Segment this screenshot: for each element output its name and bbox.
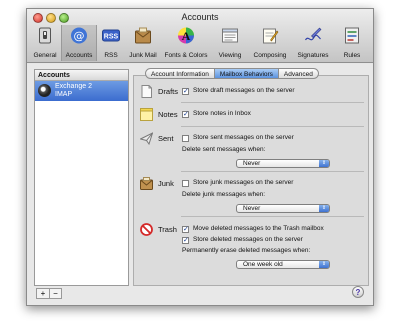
junk-mail-icon (135, 27, 151, 44)
store-notes-checkbox[interactable]: ✓ (182, 111, 189, 118)
toolbar-junk-mail[interactable]: Junk Mail (125, 25, 161, 61)
delete-sent-label: Delete sent messages when: (182, 146, 266, 153)
store-deleted-label: Store deleted messages on the server (193, 236, 303, 243)
mailbox-behaviors-panel: Drafts ✓ Store draft messages on the ser… (133, 75, 369, 286)
store-junk-checkbox[interactable] (182, 180, 189, 187)
svg-text:A: A (182, 29, 191, 43)
account-name: Exchange 2 (55, 83, 92, 90)
svg-text:@: @ (74, 29, 85, 42)
accounts-list-header: Accounts (35, 70, 128, 81)
erase-deleted-value: One week old (243, 261, 283, 268)
accounts-list: Accounts Exchange 2 IMAP (34, 69, 129, 286)
toolbar: General @ Accounts RSS RSS Junk Mail A F… (29, 25, 371, 61)
general-switch-icon (39, 27, 51, 44)
fonts-colors-icon: A (178, 27, 194, 44)
erase-deleted-label: Permanently erase deleted messages when: (182, 247, 311, 254)
svg-text:RSS: RSS (104, 34, 119, 41)
signatures-icon (304, 27, 322, 41)
toolbar-accounts[interactable]: @ Accounts (61, 25, 97, 61)
drafts-title: Drafts (158, 87, 179, 96)
store-sent-label: Store sent messages on the server (193, 134, 294, 141)
store-drafts-label: Store draft messages on the server (193, 87, 295, 94)
notes-title: Notes (158, 110, 178, 119)
tab-account-information[interactable]: Account Information (145, 68, 215, 79)
divider (181, 126, 364, 127)
add-account-button[interactable]: + (37, 289, 49, 299)
title-bar: Accounts General @ Accounts RSS RSS Junk… (27, 9, 373, 63)
move-to-trash-checkbox[interactable]: ✓ (182, 226, 189, 233)
delete-junk-label: Delete junk messages when: (182, 191, 266, 198)
store-sent-checkbox[interactable] (182, 135, 189, 142)
delete-sent-popup[interactable]: Never ⇕ (236, 159, 330, 168)
tab-mailbox-behaviors[interactable]: Mailbox Behaviors (214, 68, 279, 79)
rss-icon: RSS (102, 29, 120, 42)
drafts-icon (141, 85, 152, 98)
toolbar-signatures[interactable]: Signatures (291, 25, 335, 61)
move-to-trash-label: Move deleted messages to the Trash mailb… (193, 225, 324, 232)
window-title: Accounts (181, 12, 219, 22)
junk-mailbox-icon (140, 177, 153, 190)
account-row[interactable]: Exchange 2 IMAP (35, 81, 128, 101)
exchange-account-icon (38, 84, 51, 97)
notes-icon (140, 108, 153, 121)
junk-title: Junk (158, 179, 174, 188)
trash-prohibited-icon (140, 223, 153, 236)
store-deleted-checkbox[interactable]: ✓ (182, 237, 189, 244)
delete-junk-value: Never (243, 205, 261, 212)
divider (181, 102, 364, 103)
delete-sent-value: Never (243, 160, 261, 167)
toolbar-general[interactable]: General (29, 25, 61, 61)
toolbar-composing[interactable]: Composing (249, 25, 291, 61)
add-remove-control: + − (36, 288, 62, 299)
erase-deleted-popup[interactable]: One week old ⇕ (236, 260, 330, 269)
rules-icon (345, 27, 359, 44)
at-sign-icon: @ (71, 27, 87, 44)
sent-paper-plane-icon (140, 132, 153, 145)
sent-title: Sent (158, 134, 174, 143)
trash-title: Trash (158, 225, 177, 234)
store-drafts-checkbox[interactable]: ✓ (182, 88, 189, 95)
popup-arrows-icon: ⇕ (319, 160, 329, 167)
store-junk-label: Store junk messages on the server (193, 179, 294, 186)
viewing-icon (222, 28, 238, 43)
help-button[interactable]: ? (352, 286, 364, 298)
store-notes-label: Store notes in Inbox (193, 110, 251, 117)
remove-account-button[interactable]: − (49, 289, 61, 299)
toolbar-fonts-colors[interactable]: A Fonts & Colors (161, 25, 211, 61)
popup-arrows-icon: ⇕ (319, 205, 329, 212)
delete-junk-popup[interactable]: Never ⇕ (236, 204, 330, 213)
toolbar-viewing[interactable]: Viewing (211, 25, 249, 61)
toolbar-rss[interactable]: RSS RSS (97, 25, 125, 61)
toolbar-rules[interactable]: Rules (335, 25, 369, 61)
popup-arrows-icon: ⇕ (319, 261, 329, 268)
divider (181, 171, 364, 172)
accounts-pane: Accounts Exchange 2 IMAP + − ? Account In… (27, 64, 373, 305)
tab-bar: Account Information Mailbox Behaviors Ad… (145, 68, 319, 79)
account-type: IMAP (55, 91, 73, 98)
tab-advanced[interactable]: Advanced (278, 68, 319, 79)
divider (181, 216, 364, 217)
preferences-window: Accounts General @ Accounts RSS RSS Junk… (26, 8, 374, 306)
composing-icon (263, 28, 279, 44)
